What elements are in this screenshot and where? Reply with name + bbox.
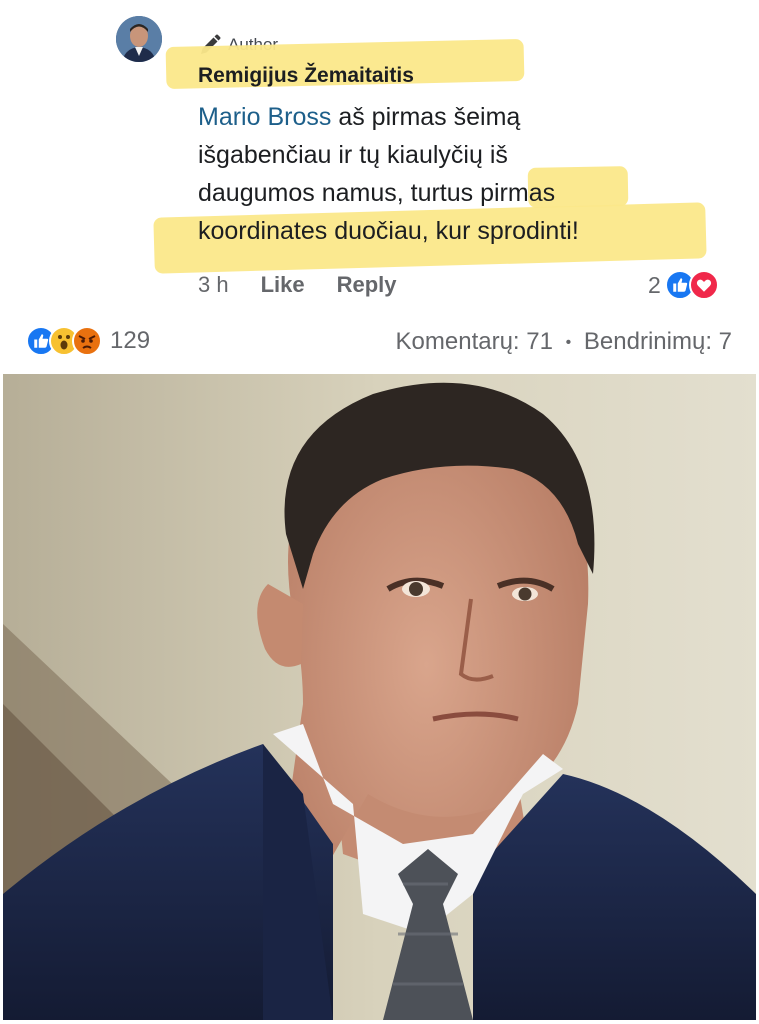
reply-button[interactable]: Reply [337, 272, 397, 298]
angry-icon [72, 326, 102, 356]
comment-line-1: Mario Bross aš pirmas šeimą [198, 98, 718, 136]
stats-separator: • [565, 333, 572, 351]
comment-text: Mario Bross aš pirmas šeimą išgabenčiau … [198, 98, 718, 250]
post-footer: 129 Komentarų: 71 • Bendrinimų: 7 [0, 322, 759, 368]
love-icon [688, 270, 719, 300]
comment-reactions[interactable]: 2 [648, 270, 719, 300]
comment-line-2: išgabenčiau ir tų kiaulyčių iš [198, 141, 508, 169]
comment-line-1-text: aš pirmas šeimą [331, 103, 521, 131]
mention-link[interactable]: Mario Bross [198, 103, 331, 131]
post-reactions[interactable]: 129 [26, 326, 150, 356]
avatar[interactable] [116, 16, 162, 62]
comment-line-3: daugumos namus, turtus pirmas [198, 179, 556, 207]
comments-count[interactable]: Komentarų: 71 [396, 328, 553, 355]
comment-timestamp[interactable]: 3 h [198, 272, 229, 298]
commenter-name[interactable]: Remigijus Žemaitaitis [198, 64, 414, 88]
like-button[interactable]: Like [261, 272, 305, 298]
comment-line-4: koordinates duočiau, kur sprodinti! [198, 217, 579, 245]
shares-count[interactable]: Bendrinimų: 7 [584, 328, 732, 355]
avatar-image [116, 16, 162, 62]
post-photo[interactable] [3, 374, 756, 1020]
portrait-image [3, 374, 756, 1020]
post-stats: Komentarų: 71 • Bendrinimų: 7 [396, 328, 732, 356]
comment: Author Remigijus Žemaitaitis Mario Bross… [0, 0, 759, 320]
post-reaction-count: 129 [110, 327, 151, 354]
comment-reaction-count: 2 [648, 271, 661, 298]
comment-actions: 3 h Like Reply [198, 272, 397, 298]
